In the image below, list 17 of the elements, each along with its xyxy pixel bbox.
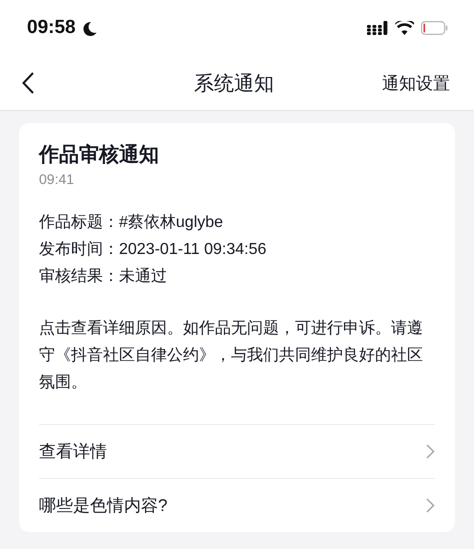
battery-icon	[421, 21, 448, 35]
notification-time: 09:41	[39, 171, 76, 187]
signal-icon	[367, 21, 388, 35]
page-title: 系统通知	[194, 72, 274, 96]
status-time: 09:58	[27, 17, 76, 39]
settings-link[interactable]: 通知设置	[382, 72, 450, 94]
chevron-right-icon	[426, 498, 435, 513]
detail-line: 发布时间：2023-01-11 09:34:56	[39, 240, 268, 260]
link-row[interactable]: 哪些是色情内容?	[39, 478, 435, 532]
detail-line: 作品标题：#蔡依林uglybe	[39, 212, 224, 233]
moon-icon	[82, 20, 97, 36]
detail-line: 审核结果：未通过	[39, 266, 168, 287]
notification-message: 点击查看详细原因。如作品无问题，可进行申诉。请遵守《抖音社区自律公约》，与我们共同维护良好的社区氛围。	[39, 318, 424, 393]
chevron-right-icon	[426, 444, 435, 459]
link-row[interactable]: 查看详情	[39, 424, 435, 478]
notification-title: 作品审核通知	[39, 142, 160, 168]
wifi-icon	[395, 21, 414, 35]
